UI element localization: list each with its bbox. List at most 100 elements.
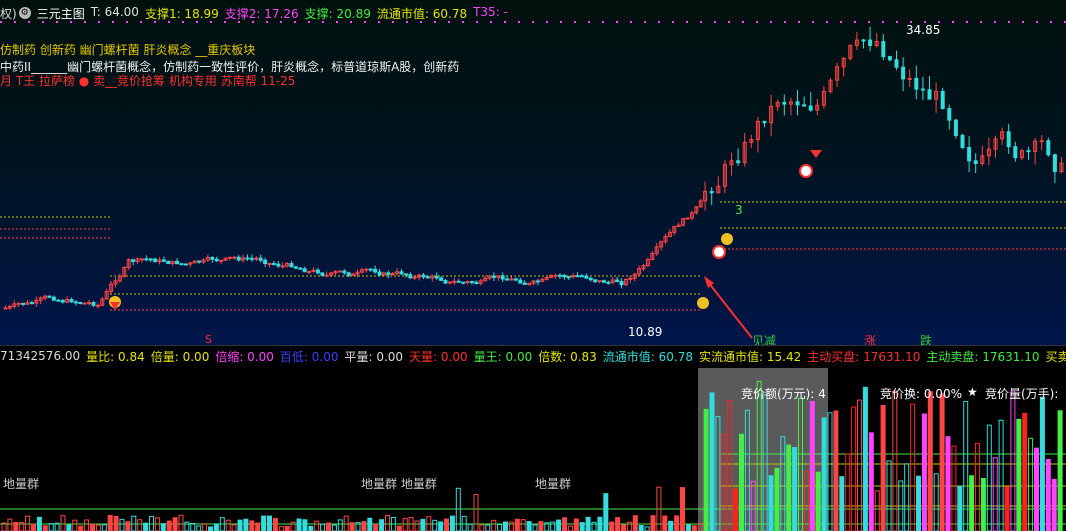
ground-volume-label-1: 地量群 <box>3 477 40 491</box>
smile-icon <box>697 297 709 309</box>
volume-bar <box>526 521 532 531</box>
volume-bar <box>880 404 886 531</box>
volume-bar <box>326 522 331 531</box>
volume-bar <box>733 488 739 531</box>
candle-body <box>399 271 404 275</box>
volume-bar <box>178 514 184 531</box>
volume-bar <box>1004 486 1010 531</box>
volume-bar <box>703 408 709 531</box>
volume-indicator-3: 倍缩: 0.00 <box>215 349 274 364</box>
main-chart-panel[interactable]: 权) ⚙ 三元主图 T: 64.00 支撑1: 18.99 支撑2: 17.26 支撑… <box>0 0 1066 346</box>
candle-body <box>56 299 61 302</box>
volume-bar <box>184 521 190 531</box>
volume-bar <box>514 518 520 531</box>
candle-body <box>412 276 417 279</box>
volume-bar <box>1022 412 1028 531</box>
volume-panel[interactable]: 71342576.00 量比: 0.84 倍量: 0.00 倍缩: 0.00 百低: 0… <box>0 346 1066 531</box>
candle-body <box>183 263 188 266</box>
volume-bar <box>13 521 19 531</box>
volume-bar <box>1034 447 1039 531</box>
volume-bar <box>379 519 385 531</box>
plus-circle-icon <box>799 164 813 178</box>
volume-indicator-9: 流通市值: 60.78 <box>602 349 694 364</box>
candle-body <box>346 272 351 276</box>
main-indicator-4: 流通市值: 60.78 <box>376 6 468 21</box>
candle-body <box>584 275 589 279</box>
auction-volume-label: 竞价量(万手): <box>985 387 1059 401</box>
volume-indicator-12: 主动卖盘: 17631.10 <box>926 349 1040 364</box>
smile-icon <box>721 233 733 245</box>
volume-indicator-10: 实流通市值: 15.42 <box>699 349 802 364</box>
candle-body <box>236 256 241 261</box>
plus-circle-icon <box>712 245 726 259</box>
candle-body <box>179 263 184 266</box>
concept-line-3: 月 T王 拉萨榜 ● 卖__竞价抢筹 机构专用 苏南帮 11-25 <box>0 74 296 88</box>
volume-chart[interactable] <box>0 346 1066 531</box>
candle-body <box>403 273 408 276</box>
candle-body <box>920 88 925 91</box>
volume-bar <box>497 524 503 531</box>
price-low-label: 10.89 <box>628 325 663 339</box>
volume-bar <box>196 525 202 531</box>
volume-bar <box>284 525 290 531</box>
volume-bar <box>48 523 54 531</box>
volume-bar <box>632 515 638 531</box>
volume-bar <box>1045 459 1051 531</box>
volume-bar <box>933 473 939 531</box>
candle-body <box>82 302 87 305</box>
candle-body <box>342 270 347 274</box>
volume-bar <box>1010 391 1016 531</box>
candle-body <box>709 190 714 194</box>
volume-bar <box>66 524 72 531</box>
candle-body <box>469 281 474 284</box>
candle-body <box>505 278 510 281</box>
volume-bar <box>503 521 508 531</box>
main-indicator-2: 支撑2: 17.26 <box>224 6 299 21</box>
candle-body <box>535 280 540 283</box>
candle-body <box>474 281 479 285</box>
candle-body <box>47 295 52 298</box>
volume-bar <box>331 524 337 531</box>
volume-bar <box>302 519 308 531</box>
volume-bar <box>992 457 998 531</box>
candle-body <box>214 258 219 262</box>
arrow-line <box>707 281 753 339</box>
volume-bar <box>314 520 320 531</box>
candle-body <box>368 268 373 271</box>
volume-bar <box>916 475 921 531</box>
volume-bar <box>886 460 892 531</box>
candle-body <box>782 101 787 105</box>
volume-bar <box>862 386 868 531</box>
volume-bar <box>1016 418 1022 531</box>
volume-bar <box>827 412 833 531</box>
volume-bar <box>479 524 485 531</box>
bottom-label-3: 跌 <box>920 334 933 346</box>
volume-bar <box>792 447 798 531</box>
volume-bar <box>125 521 131 531</box>
candle-body <box>518 279 523 284</box>
settings-icon[interactable]: ⚙ <box>18 7 31 19</box>
volume-bar <box>609 521 615 531</box>
candle-body <box>1046 140 1051 156</box>
volume-bar <box>562 517 567 531</box>
volume-bar <box>101 524 107 531</box>
candle-body <box>802 104 807 107</box>
volume-bar <box>927 391 933 531</box>
candle-body <box>197 260 202 263</box>
candle-body <box>249 257 254 260</box>
indicator-title[interactable]: 三元主图 <box>37 5 85 22</box>
volume-bar <box>485 524 491 531</box>
volume-bar <box>567 525 573 531</box>
volume-indicator-13: 买卖盘比: 1.00 <box>1045 349 1066 364</box>
volume-bar <box>290 521 296 531</box>
candle-body <box>901 66 906 80</box>
volume-bar <box>662 515 668 531</box>
volume-bar <box>90 523 95 531</box>
candle-body <box>29 302 34 305</box>
star-icon: ★ <box>967 385 978 399</box>
volume-bar <box>444 518 449 531</box>
candle-body <box>452 280 457 283</box>
main-indicator-1: 支撑1: 18.99 <box>144 6 219 21</box>
volume-bar <box>172 517 178 531</box>
volume-bar <box>975 442 980 531</box>
